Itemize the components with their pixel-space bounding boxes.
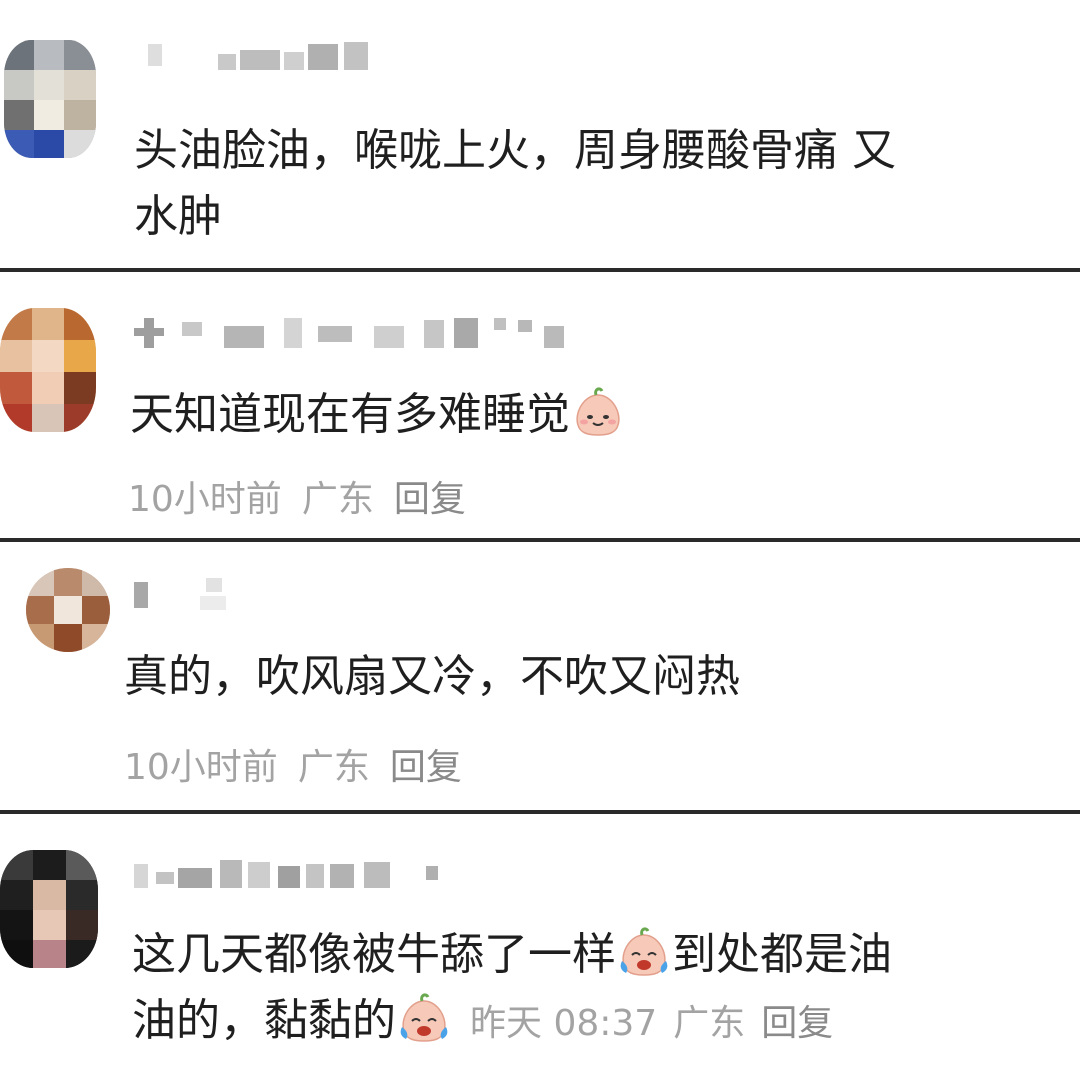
comment-card: 头油脸油，喉咙上火，周身腰酸骨痛 又 水肿 xyxy=(0,0,1080,268)
comment-text: 头油脸油，喉咙上火，周身腰酸骨痛 又 xyxy=(134,125,896,176)
username-blurred[interactable] xyxy=(148,40,368,74)
comment-text: 油的，黏黏的 昨天 08:37 广东 回复 xyxy=(132,988,849,1057)
avatar[interactable] xyxy=(0,850,98,968)
comment-card: 这几天都像被牛舔了一样 到处都是油 油的，黏黏的 昨天 08:37 广东 回复 xyxy=(0,814,1080,1080)
crying-dumpling-emoji-icon xyxy=(396,993,452,1043)
comment-text-content: 天知道现在有多难睡觉 xyxy=(130,389,570,440)
comment-meta: 昨天 08:37 广东 回复 xyxy=(470,1003,849,1044)
comment-meta: 10小时前 广东 回复 xyxy=(128,470,486,522)
comment-text: 真的，吹风扇又冷，不吹又闷热 xyxy=(124,651,740,702)
avatar[interactable] xyxy=(0,308,96,432)
comment-card: 真的，吹风扇又冷，不吹又闷热 10小时前 广东 回复 xyxy=(0,542,1080,810)
reply-button[interactable]: 回复 xyxy=(394,479,466,520)
smiling-dumpling-emoji-icon xyxy=(570,387,626,437)
comment-text-content: 到处都是油 xyxy=(672,929,892,980)
location: 广东 xyxy=(301,479,374,520)
timestamp: 10小时前 xyxy=(128,479,282,520)
username-blurred[interactable] xyxy=(134,578,244,612)
timestamp: 10小时前 xyxy=(124,747,278,788)
username-blurred[interactable] xyxy=(134,316,574,350)
username-blurred[interactable] xyxy=(134,856,454,890)
location: 广东 xyxy=(297,747,370,788)
comment-meta: 10小时前 广东 回复 xyxy=(124,738,482,790)
comment-text-content: 油的，黏黏的 xyxy=(132,995,396,1046)
crying-dumpling-emoji-icon xyxy=(616,927,672,977)
timestamp: 昨天 08:37 xyxy=(470,1003,658,1044)
avatar[interactable] xyxy=(4,40,96,158)
comment-text: 这几天都像被牛舔了一样 到处都是油 xyxy=(132,922,892,988)
location: 广东 xyxy=(673,1003,746,1044)
comment-card: 天知道现在有多难睡觉 10小时前 广东 回复 xyxy=(0,272,1080,538)
reply-button[interactable]: 回复 xyxy=(390,747,462,788)
reply-button[interactable]: 回复 xyxy=(761,1003,833,1044)
comment-text: 水肿 xyxy=(134,191,222,242)
comment-text: 天知道现在有多难睡觉 xyxy=(130,382,626,448)
comment-text-content: 这几天都像被牛舔了一样 xyxy=(132,929,616,980)
avatar[interactable] xyxy=(26,568,110,652)
